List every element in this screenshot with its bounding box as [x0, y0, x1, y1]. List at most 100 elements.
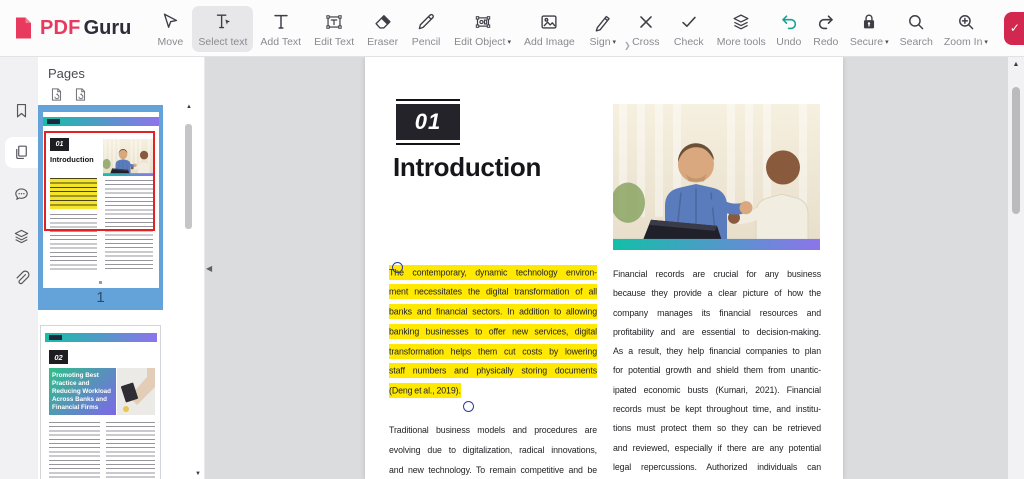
- bookmark-icon: [12, 101, 31, 120]
- chevron-down-icon: ▾: [612, 38, 617, 46]
- tool-add-text[interactable]: Add Text ▾: [254, 6, 307, 52]
- selection-handle-end[interactable]: [463, 401, 474, 412]
- thumb-header-gradient: [43, 117, 159, 126]
- section-number-box: 01: [396, 99, 460, 145]
- workspace: Pages 01 Introduction 1 02 Promoting Bes…: [0, 57, 1024, 479]
- text-line: Financial records are crucial for any bu…: [613, 269, 821, 279]
- sidebar-tab-pages[interactable]: [5, 137, 38, 168]
- move-icon: [159, 11, 181, 33]
- chevron-down-icon: ▾: [507, 38, 511, 46]
- document-photo: [613, 104, 820, 250]
- highlight-mark: banking businesses to offer new services…: [389, 323, 597, 339]
- undo-icon: [778, 11, 800, 33]
- sidebar-tab-bookmarks[interactable]: [5, 95, 38, 126]
- tool-label: Add Text: [260, 36, 302, 48]
- toolbar-overflow-arrow-icon[interactable]: ❯: [624, 41, 631, 50]
- sidebar-tab-comments[interactable]: [5, 179, 38, 210]
- tool-undo[interactable]: Undo ▾: [772, 6, 806, 52]
- tool-label: Eraser: [367, 36, 399, 48]
- highlighted-text-line: banks and financial sectors. In addition…: [389, 303, 597, 323]
- tool-more-tools[interactable]: More tools ▾: [711, 6, 772, 52]
- tool-check[interactable]: Check ▾: [668, 6, 710, 52]
- tool-eraser[interactable]: Eraser ▾: [361, 6, 404, 52]
- highlighted-text-line: (Deng et al., 2019).: [389, 382, 597, 402]
- app-logo[interactable]: PDF Guru: [0, 16, 139, 40]
- panel-scroll-down-arrow[interactable]: ▼: [195, 471, 201, 477]
- tool-label: Edit Object: [454, 36, 506, 48]
- secure-icon: [858, 11, 880, 33]
- panel-collapse-arrow[interactable]: ◀: [206, 264, 212, 273]
- thumb-header-chip: [47, 119, 60, 124]
- text-line: because they provide a clear picture of …: [613, 288, 821, 299]
- page-thumbnail-2[interactable]: 02 Promoting Best Practice and Reducing …: [40, 325, 161, 479]
- tool-secure[interactable]: Secure ▾: [846, 6, 893, 52]
- tool-label: Pencil: [411, 36, 441, 48]
- tool-label: Check: [673, 36, 704, 48]
- text-line: company manages its financial resources …: [613, 307, 821, 318]
- document-canvas: ◀ 01 Introduction The contemporary, dyna…: [205, 57, 1024, 479]
- thumb-text-lines: [106, 422, 155, 479]
- check-icon: [678, 11, 700, 33]
- pdf-page: 01 Introduction The contemporary, dynami…: [365, 57, 843, 479]
- tool-select-text[interactable]: Select text ▾: [192, 6, 254, 52]
- layers-icon: [12, 227, 31, 246]
- tool-label: Zoom In: [943, 36, 983, 48]
- more-tools-icon: [730, 11, 752, 33]
- tool-redo[interactable]: Redo ▾: [809, 6, 843, 52]
- tool-sign[interactable]: Sign ▾: [582, 6, 624, 52]
- text-line: profitability and are essential to decis…: [613, 326, 821, 337]
- pdf-file-icon: [16, 17, 31, 39]
- canvas-scroll-up-arrow[interactable]: ▲: [1008, 61, 1024, 68]
- thumb-header-chip: [49, 335, 62, 340]
- tool-label: Undo: [776, 36, 802, 48]
- tool-label: Edit Text: [314, 36, 355, 48]
- text-line: evolving due to digitalization, radical …: [389, 444, 597, 455]
- pages-panel: Pages 01 Introduction 1 02 Promoting Bes…: [38, 57, 205, 479]
- toolbar-right-tools: Undo ▾ Redo ▾ Secure ▾: [772, 4, 992, 52]
- tool-cross[interactable]: Cross ▾: [625, 6, 667, 52]
- chevron-down-icon: ▾: [984, 38, 988, 46]
- tool-zoom-in[interactable]: Zoom In ▾: [940, 6, 992, 52]
- thumb-selection-rect: [44, 131, 155, 231]
- edit-object-icon: [472, 11, 494, 33]
- tool-search[interactable]: Search ▾: [896, 6, 937, 52]
- text-line: tions must protect them so they can be r…: [613, 423, 821, 434]
- sign-icon: [592, 11, 614, 33]
- highlight-mark: banks and financial sectors. In addition…: [389, 304, 597, 320]
- tool-edit-text[interactable]: Edit Text ▾: [308, 6, 360, 52]
- tool-edit-object[interactable]: Edit Object ▾: [448, 6, 517, 52]
- tool-label: Redo: [813, 36, 839, 48]
- thumb-section-number: 02: [49, 350, 68, 364]
- section-number: 01: [396, 104, 460, 140]
- rotate-page-cw-button[interactable]: [71, 87, 89, 105]
- brand-guru: Guru: [83, 16, 132, 39]
- rotate-page-ccw-button[interactable]: [47, 87, 65, 105]
- text-line: records must be kept throughout time, an…: [613, 404, 821, 415]
- sidebar-tab-layers[interactable]: [5, 221, 38, 252]
- sidebar-tab-attachments[interactable]: [5, 263, 38, 294]
- tool-move[interactable]: Move ▾: [149, 6, 191, 52]
- tool-label: Sign: [589, 36, 611, 48]
- canvas-scrollbar[interactable]: ▲: [1008, 57, 1024, 479]
- highlighted-text-line: The contemporary, dynamic technology env…: [389, 263, 597, 283]
- top-toolbar: PDF Guru Move ▾ Select text ▾: [0, 0, 1024, 57]
- add-image-icon: [538, 11, 560, 33]
- panel-scrollbar-thumb[interactable]: [185, 124, 192, 229]
- done-button[interactable]: ✓ DONE: [1003, 11, 1024, 45]
- canvas-scrollbar-thumb[interactable]: [1012, 87, 1020, 214]
- highlighted-paragraph: The contemporary, dynamic technology env…: [389, 263, 597, 402]
- text-line: and reviewed, especially if there are an…: [613, 442, 821, 453]
- tool-pencil[interactable]: Pencil ▾: [405, 6, 447, 52]
- tool-label: Move: [157, 36, 184, 48]
- right-column-paragraph: Financial records are crucial for any bu…: [613, 265, 821, 477]
- page-thumbnail-1[interactable]: 01 Introduction 1: [38, 105, 163, 310]
- tool-label: Cross: [632, 36, 660, 48]
- thumb-header-gradient: [45, 333, 157, 342]
- tool-add-image[interactable]: Add Image ▾: [518, 6, 581, 52]
- panel-scroll-up-arrow[interactable]: ▲: [186, 104, 192, 110]
- page-number-label: 1: [96, 289, 105, 306]
- zoom-in-icon: [955, 11, 977, 33]
- selection-handle-start[interactable]: [392, 262, 403, 273]
- chevron-down-icon: ▾: [885, 38, 889, 46]
- highlight-mark: staff numbers and physically storing doc…: [389, 363, 597, 379]
